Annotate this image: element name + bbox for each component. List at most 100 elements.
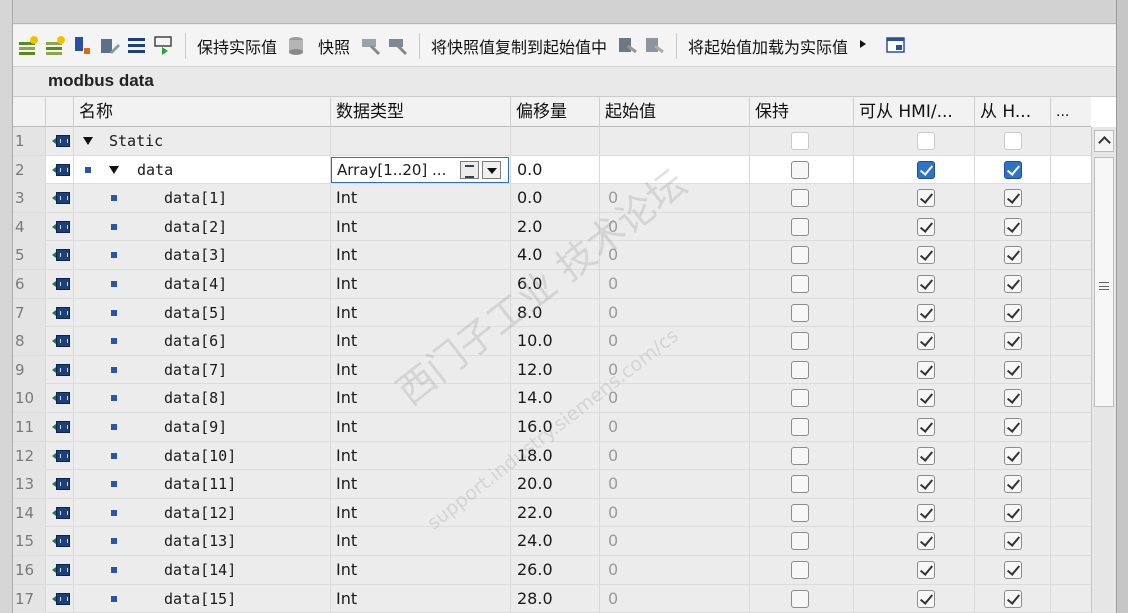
name-cell[interactable]: data[5] [74,298,331,327]
header-from-hmi[interactable]: 从 H... [975,97,1051,127]
table-row[interactable]: 10 data[8] Int 14.0 0 [13,384,1091,413]
from-hmi-checkbox[interactable] [1004,503,1022,522]
retain-checkbox[interactable] [791,475,809,494]
type-cell[interactable]: Int [331,498,511,527]
header-start-value[interactable]: 起始值 [600,97,750,127]
copy-snapshot-icon[interactable] [616,34,639,57]
keep-actual-values-button[interactable]: 保持实际值 [197,34,277,58]
table-row[interactable]: 17 data[15] Int 28.0 0 [13,584,1091,613]
from-hmi-checkbox[interactable] [1004,561,1022,579]
from-hmi-checkbox[interactable] [1004,589,1022,608]
hmi-access-checkbox[interactable] [917,532,935,551]
hmi-access-checkbox[interactable] [917,332,935,351]
window-layout-icon[interactable] [884,34,907,57]
name-cell[interactable]: data[13] [74,527,331,556]
table-row[interactable]: 9 data[7] Int 12.0 0 [13,355,1091,385]
start-value-cell[interactable]: 0 [600,270,750,298]
type-edit-field[interactable]: Array[1..20] ... [331,156,509,183]
load-start-as-actual-button[interactable]: 将起始值加载为实际值 [688,34,848,58]
copy-snapshot-to-start-button[interactable]: 将快照值复制到起始值中 [431,34,607,58]
start-value-cell[interactable]: 0 [600,470,750,499]
retain-checkbox[interactable] [791,446,809,465]
list-view-icon[interactable] [125,34,148,57]
hmi-access-checkbox[interactable] [917,360,935,379]
hmi-access-checkbox[interactable] [917,189,935,208]
hmi-access-checkbox[interactable] [917,418,935,436]
monitor-icon[interactable] [152,34,175,57]
name-cell[interactable]: data[9] [74,413,331,441]
name-cell[interactable]: data[15] [74,584,331,613]
hmi-access-checkbox[interactable] [917,275,935,293]
from-hmi-checkbox[interactable] [1004,389,1022,408]
retain-checkbox[interactable] [791,532,809,551]
table-row[interactable]: 14 data[12] Int 22.0 0 [13,498,1091,528]
retain-checkbox[interactable] [791,332,809,351]
retain-checkbox[interactable] [791,246,809,265]
type-cell[interactable]: Int [331,527,511,556]
hmi-access-checkbox[interactable] [917,561,935,579]
collapse-triangle-icon[interactable] [83,137,93,145]
retain-checkbox[interactable] [791,360,809,379]
retain-checkbox[interactable] [791,561,809,579]
add-row-icon[interactable] [44,34,67,57]
type-cell[interactable]: Int [331,470,511,499]
start-value-cell[interactable]: 0 [600,584,750,613]
header-hmi-access[interactable]: 可从 HMI/... [854,97,975,127]
type-cell[interactable]: Int [331,384,511,413]
name-cell[interactable]: data[10] [74,441,331,470]
type-cell[interactable]: Int [331,355,511,384]
from-hmi-checkbox[interactable] [1004,418,1022,436]
start-value-cell[interactable]: 0 [600,298,750,327]
hmi-access-checkbox[interactable] [917,503,935,522]
from-hmi-checkbox[interactable] [1004,332,1022,351]
type-cell[interactable]: Int [331,184,511,213]
from-hmi-checkbox[interactable] [1004,132,1022,150]
start-value-cell[interactable]: 0 [600,212,750,241]
name-cell[interactable]: data[1] [74,184,331,213]
name-cell[interactable]: data[4] [74,270,331,298]
table-row[interactable]: 11 data[9] Int 16.0 0 [13,413,1091,442]
type-picker-icon[interactable] [460,160,479,179]
collapse-triangle-icon[interactable] [109,165,119,174]
name-cell[interactable]: data[11] [74,470,331,499]
from-hmi-checkbox[interactable] [1004,532,1022,551]
start-value-cell[interactable]: 0 [600,527,750,556]
table-row[interactable]: 7 data[5] Int 8.0 0 [13,298,1091,328]
vertical-scrollbar[interactable] [1091,127,1116,613]
table-row[interactable]: 16 data[14] Int 26.0 0 [13,556,1091,585]
snapshot-button[interactable]: 快照 [318,34,350,58]
start-value-cell[interactable]: 0 [600,184,750,213]
retain-checkbox[interactable] [791,503,809,522]
start-value-cell[interactable]: 0 [600,327,750,356]
name-cell[interactable]: data[12] [74,498,331,527]
from-hmi-checkbox[interactable] [1004,217,1022,236]
header-offset[interactable]: 偏移量 [511,97,600,127]
retain-checkbox[interactable] [791,303,809,322]
start-value-cell[interactable]: 0 [600,384,750,413]
name-cell[interactable]: data[8] [74,384,331,413]
name-cell[interactable]: data[14] [74,556,331,584]
name-cell[interactable]: data [74,155,331,184]
retain-checkbox[interactable] [791,418,809,436]
name-cell[interactable]: data[2] [74,212,331,241]
scroll-thumb[interactable] [1094,157,1114,407]
table-row[interactable]: 1 Static [13,127,1091,156]
table-row[interactable]: 4 data[2] Int 2.0 0 [13,212,1091,242]
retain-checkbox[interactable] [791,389,809,408]
table-row[interactable]: 12 data[10] Int 18.0 0 [13,441,1091,471]
type-cell[interactable]: Int [331,270,511,298]
hmi-access-checkbox[interactable] [917,217,935,236]
insert-row-icon[interactable] [17,34,40,57]
start-value-cell[interactable]: 0 [600,413,750,441]
from-hmi-checkbox[interactable] [1004,475,1022,494]
collapse-all-icon[interactable] [98,34,121,57]
type-cell[interactable]: Int [331,212,511,241]
start-value-cell[interactable]: 0 [600,556,750,584]
from-hmi-checkbox[interactable] [1004,160,1022,179]
type-cell[interactable] [331,127,511,155]
retain-checkbox[interactable] [791,217,809,236]
retain-checkbox[interactable] [791,189,809,208]
type-cell[interactable]: Int [331,584,511,613]
start-value-cell[interactable] [600,155,750,184]
retain-checkbox[interactable] [791,589,809,608]
